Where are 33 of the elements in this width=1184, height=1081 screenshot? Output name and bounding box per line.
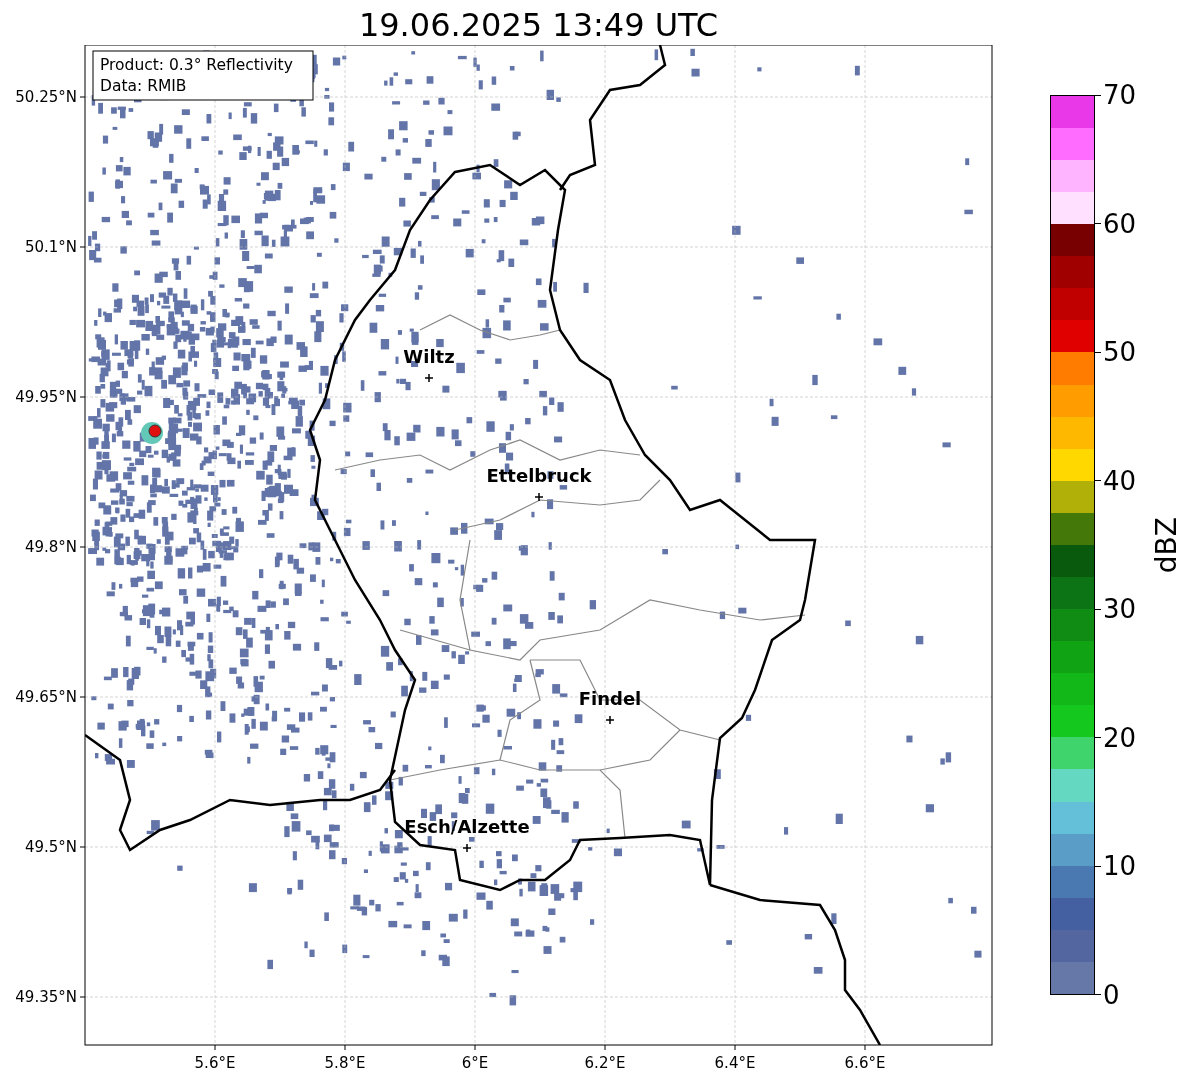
info-text: Data: RMIB — [100, 77, 187, 95]
latitude-label: 49.95°N — [15, 388, 77, 406]
city-label: Ettelbruck — [486, 465, 592, 486]
scale-label: 30 — [1103, 594, 1137, 625]
chart-title: 19.06.2025 13:49 UTC — [358, 5, 719, 45]
longitude-label: 6.2°E — [584, 1054, 626, 1072]
scale-label: 70 — [1103, 80, 1137, 110]
latitude-label: 49.5°N — [24, 838, 77, 856]
city-marker-icon — [424, 373, 434, 383]
longitude-label: 5.8°E — [324, 1054, 366, 1072]
info-text: Product: 0.3° Reflectivity — [100, 56, 293, 74]
longitude-label: 6.4°E — [714, 1054, 756, 1072]
scale-label: 0 — [1103, 979, 1120, 1010]
scale-label: 20 — [1103, 722, 1137, 753]
longitude-label: 6.6°E — [844, 1054, 886, 1072]
city-marker-icon — [605, 715, 615, 725]
city-label: Wiltz — [403, 346, 455, 367]
latitude-label: 49.65°N — [15, 688, 77, 706]
latitude-label: 49.35°N — [15, 988, 77, 1006]
scale-label: 10 — [1103, 851, 1137, 882]
scale-title: dBZ — [1149, 516, 1184, 574]
radar-site-marker — [148, 424, 162, 438]
city-label: Findel — [578, 688, 642, 709]
city-marker-icon — [534, 492, 544, 502]
scale-label: 40 — [1103, 465, 1137, 496]
latitude-label: 49.8°N — [24, 538, 77, 556]
latitude-label: 50.25°N — [15, 88, 77, 106]
longitude-label: 5.6°E — [194, 1054, 236, 1072]
scale-label: 50 — [1103, 337, 1137, 368]
latitude-label: 50.1°N — [24, 238, 77, 256]
scale-label: 60 — [1103, 208, 1137, 239]
longitude-label: 6°E — [461, 1054, 489, 1072]
city-marker-icon — [462, 843, 472, 853]
